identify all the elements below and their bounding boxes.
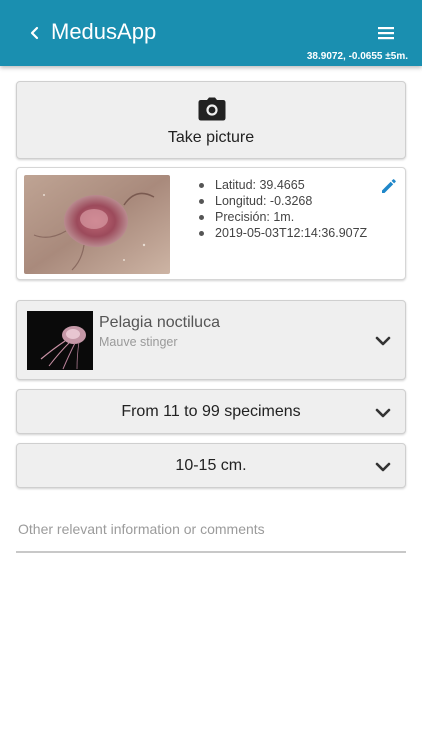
species-scientific-name: Pelagia noctiluca <box>99 314 220 331</box>
specimen-count-value: From 11 to 99 specimens <box>121 403 301 420</box>
take-picture-button[interactable]: Take picture <box>16 81 406 159</box>
species-select[interactable]: Pelagia noctiluca Mauve stinger <box>16 300 406 380</box>
comments-input[interactable] <box>16 510 406 548</box>
precision-text: Precisión: 1m. <box>199 209 367 225</box>
take-picture-label: Take picture <box>167 129 255 146</box>
photo-card: Latitud: 39.4665 Longitud: -0.3268 Preci… <box>16 167 406 280</box>
chevron-down-icon <box>375 462 391 472</box>
edit-location-button[interactable] <box>379 176 399 196</box>
menu-button[interactable] <box>376 24 398 42</box>
species-photo <box>27 311 93 370</box>
app-title: MedusApp <box>51 19 157 44</box>
chevron-down-icon <box>375 336 391 346</box>
chevron-down-icon <box>375 408 391 418</box>
species-common-name: Mauve stinger <box>99 335 178 349</box>
camera-icon <box>198 97 226 121</box>
timestamp-text: 2019-05-03T12:14:36.907Z <box>199 225 367 241</box>
hamburger-menu-icon <box>378 27 394 40</box>
size-select[interactable]: 10-15 cm. <box>16 443 406 488</box>
photo-metadata: Latitud: 39.4665 Longitud: -0.3268 Preci… <box>199 177 367 241</box>
jellyfish-photo[interactable] <box>24 175 170 274</box>
back-button[interactable] <box>24 20 46 46</box>
longitude-text: Longitud: -0.3268 <box>199 193 367 209</box>
size-value: 10-15 cm. <box>175 457 247 474</box>
chevron-left-icon <box>30 26 39 40</box>
gps-readout: 38.9072, -0.0655 ±5m. <box>306 51 408 62</box>
app-header: MedusApp 38.9072, -0.0655 ±5m. <box>0 0 422 66</box>
specimen-count-select[interactable]: From 11 to 99 specimens <box>16 389 406 434</box>
latitude-text: Latitud: 39.4665 <box>199 177 367 193</box>
pencil-icon <box>382 179 396 193</box>
comments-field-wrapper <box>16 510 406 553</box>
